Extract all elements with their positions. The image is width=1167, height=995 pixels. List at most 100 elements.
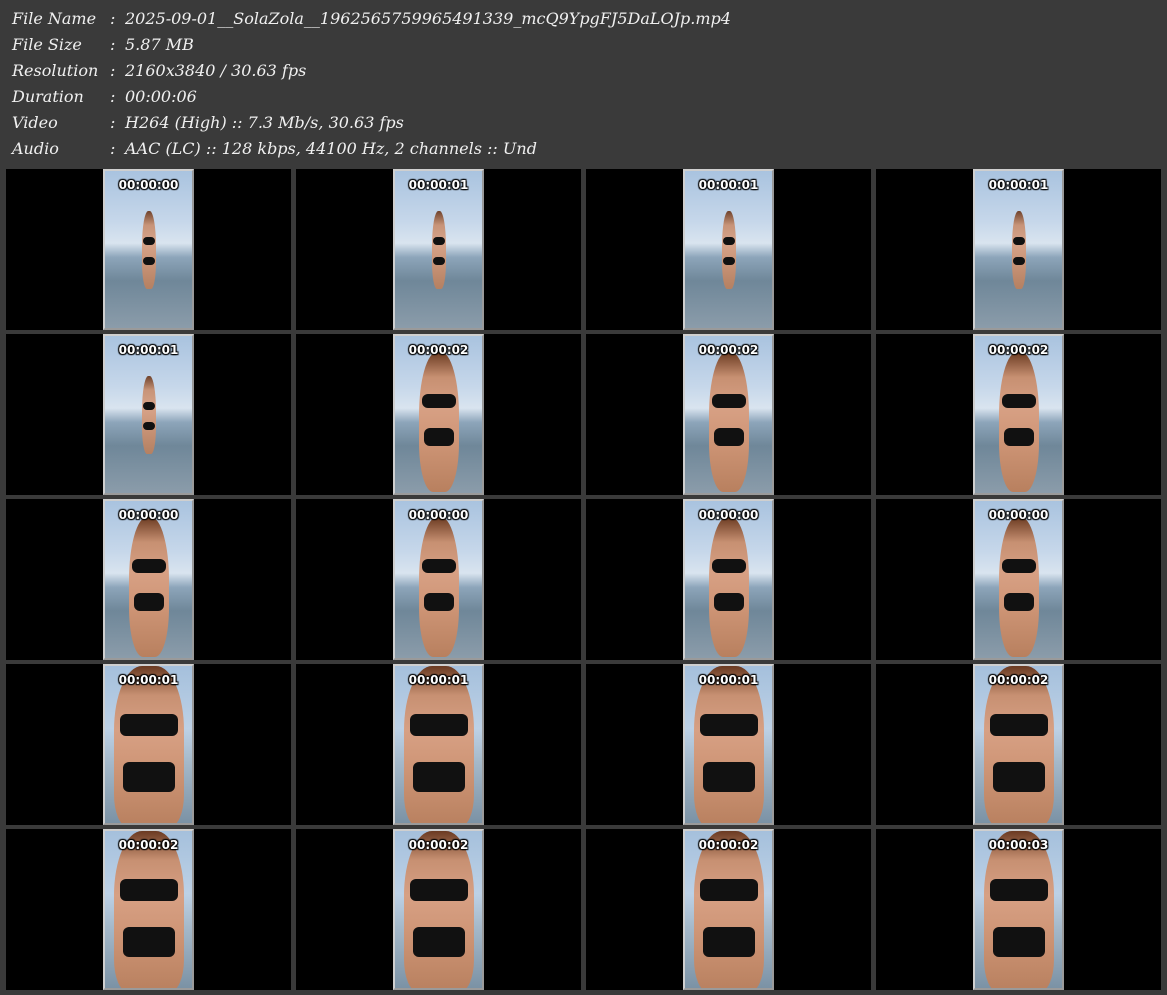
- meta-separator: :: [110, 139, 116, 158]
- frame-subject-detail: [142, 237, 155, 245]
- thumbnail-frame[interactable]: 00:00:02: [973, 664, 1064, 825]
- frame-timestamp: 00:00:02: [698, 343, 759, 357]
- frame-subject-detail: [1001, 559, 1036, 573]
- frame-timestamp: 00:00:02: [988, 673, 1049, 687]
- frame-subject: [141, 376, 156, 454]
- frame-subject-detail: [412, 927, 465, 957]
- frame-subject-detail: [1012, 257, 1025, 265]
- meta-label: Video: [12, 113, 58, 132]
- frame-subject-detail: [142, 402, 155, 410]
- thumbnail-cell: 00:00:02: [876, 334, 1161, 495]
- frame-subject: [418, 352, 459, 492]
- thumbnail-frame[interactable]: 00:00:00: [393, 499, 484, 660]
- meta-separator: :: [110, 35, 116, 54]
- frame-subject: [693, 831, 764, 988]
- thumbnail-cell: 00:00:02: [296, 829, 581, 990]
- frame-timestamp: 00:00:01: [408, 673, 469, 687]
- thumbnail-grid: 00:00:00 00:00:01 00:00:01 00:00:01 00:00:01…: [0, 166, 1167, 995]
- frame-subject-detail: [699, 714, 758, 736]
- frame-subject-detail: [722, 257, 735, 265]
- meta-value: 00:00:06: [125, 87, 197, 106]
- thumbnail-cell: 00:00:00: [586, 499, 871, 660]
- thumbnail-frame[interactable]: 00:00:01: [393, 169, 484, 330]
- frame-timestamp: 00:00:00: [408, 508, 469, 522]
- thumbnail-cell: 00:00:01: [876, 169, 1161, 330]
- frame-subject-detail: [1001, 394, 1036, 408]
- frame-subject-detail: [409, 714, 468, 736]
- frame-subject-detail: [702, 927, 755, 957]
- thumbnail-frame[interactable]: 00:00:01: [103, 334, 194, 495]
- thumbnail-frame[interactable]: 00:00:01: [683, 664, 774, 825]
- frame-timestamp: 00:00:00: [118, 508, 179, 522]
- thumbnail-frame[interactable]: 00:00:00: [683, 499, 774, 660]
- thumbnail-frame[interactable]: 00:00:01: [393, 664, 484, 825]
- meta-value: AAC (LC) :: 128 kbps, 44100 Hz, 2 channe…: [125, 139, 537, 158]
- thumbnail-frame[interactable]: 00:00:01: [973, 169, 1064, 330]
- thumbnail-frame[interactable]: 00:00:00: [103, 499, 194, 660]
- thumbnail-frame[interactable]: 00:00:02: [103, 829, 194, 990]
- frame-subject: [418, 517, 459, 657]
- frame-subject: [128, 517, 169, 657]
- thumbnail-frame[interactable]: 00:00:02: [973, 334, 1064, 495]
- frame-timestamp: 00:00:01: [118, 343, 179, 357]
- frame-subject: [708, 352, 749, 492]
- frame-subject: [721, 211, 736, 289]
- thumbnail-frame[interactable]: 00:00:02: [393, 334, 484, 495]
- frame-subject-detail: [711, 559, 746, 573]
- frame-subject-detail: [142, 422, 155, 430]
- frame-subject-detail: [432, 257, 445, 265]
- frame-subject-detail: [989, 879, 1048, 901]
- thumbnail-cell: 00:00:02: [6, 829, 291, 990]
- meta-value: 5.87 MB: [125, 35, 194, 54]
- thumbnail-cell: 00:00:01: [586, 169, 871, 330]
- frame-timestamp: 00:00:02: [988, 343, 1049, 357]
- frame-subject-detail: [122, 762, 175, 792]
- thumbnail-cell: 00:00:02: [296, 334, 581, 495]
- frame-subject-detail: [992, 762, 1045, 792]
- thumbnail-frame[interactable]: 00:00:00: [103, 169, 194, 330]
- meta-label: File Name: [12, 9, 97, 28]
- thumbnail-frame[interactable]: 00:00:02: [683, 829, 774, 990]
- thumbnail-cell: 00:00:00: [6, 169, 291, 330]
- thumbnail-cell: 00:00:02: [586, 334, 871, 495]
- frame-subject-detail: [702, 762, 755, 792]
- frame-subject-detail: [713, 428, 744, 446]
- frame-subject: [693, 666, 764, 823]
- frame-subject-detail: [992, 927, 1045, 957]
- frame-timestamp: 00:00:00: [988, 508, 1049, 522]
- frame-subject: [403, 666, 474, 823]
- frame-timestamp: 00:00:03: [988, 838, 1049, 852]
- thumbnail-cell: 00:00:01: [296, 169, 581, 330]
- frame-timestamp: 00:00:01: [698, 673, 759, 687]
- thumbnail-cell: 00:00:00: [296, 499, 581, 660]
- frame-subject-detail: [142, 257, 155, 265]
- media-info-header: File Name : 2025-09-01__SolaZola__196256…: [0, 0, 1167, 166]
- thumbnail-frame[interactable]: 00:00:01: [683, 169, 774, 330]
- frame-subject: [983, 666, 1054, 823]
- thumbnail-frame[interactable]: 00:00:02: [393, 829, 484, 990]
- thumbnail-frame[interactable]: 00:00:02: [683, 334, 774, 495]
- frame-subject-detail: [1003, 428, 1034, 446]
- frame-subject-detail: [699, 879, 758, 901]
- frame-timestamp: 00:00:02: [408, 838, 469, 852]
- frame-subject-detail: [409, 879, 468, 901]
- frame-subject: [113, 831, 184, 988]
- thumbnail-frame[interactable]: 00:00:01: [103, 664, 194, 825]
- meta-separator: :: [110, 113, 116, 132]
- frame-subject: [983, 831, 1054, 988]
- frame-timestamp: 00:00:00: [118, 178, 179, 192]
- frame-subject: [708, 517, 749, 657]
- frame-subject-detail: [432, 237, 445, 245]
- thumbnail-frame[interactable]: 00:00:03: [973, 829, 1064, 990]
- frame-timestamp: 00:00:00: [698, 508, 759, 522]
- frame-timestamp: 00:00:01: [118, 673, 179, 687]
- frame-subject-detail: [119, 879, 178, 901]
- meta-label: Duration: [12, 87, 84, 106]
- meta-value: 2160x3840 / 30.63 fps: [125, 61, 307, 80]
- frame-subject: [998, 352, 1039, 492]
- thumbnail-frame[interactable]: 00:00:00: [973, 499, 1064, 660]
- frame-timestamp: 00:00:02: [408, 343, 469, 357]
- frame-timestamp: 00:00:01: [698, 178, 759, 192]
- frame-subject-detail: [423, 428, 454, 446]
- frame-subject-detail: [133, 593, 164, 611]
